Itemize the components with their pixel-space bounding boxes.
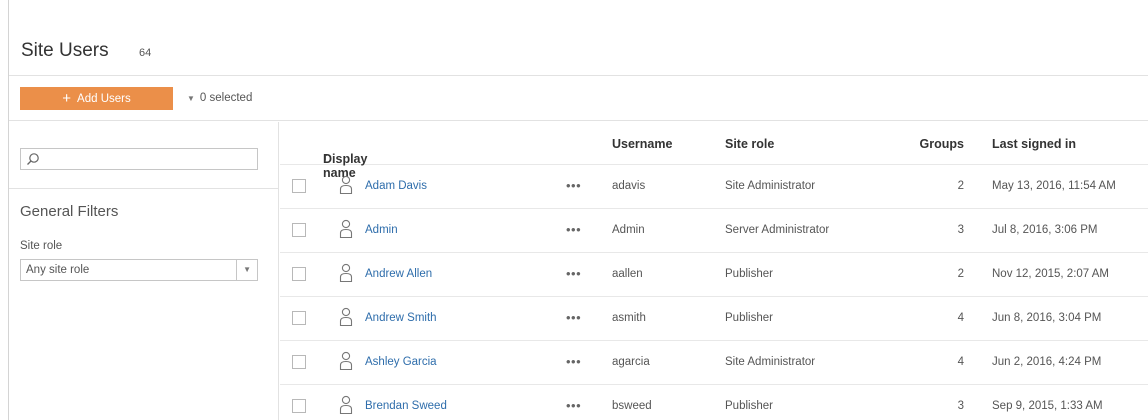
cell-last-signed-in: Jul 8, 2016, 3:06 PM xyxy=(992,224,1098,236)
cell-groups: 3 xyxy=(957,400,964,412)
table-row[interactable]: Admin ••• Admin Server Administrator 3 Jul 8,… xyxy=(280,209,1148,253)
row-checkbox[interactable] xyxy=(292,267,306,281)
user-count: 64 xyxy=(139,47,152,59)
cell-username: agarcia xyxy=(612,356,650,368)
selected-count: 0 selected xyxy=(199,92,253,104)
page-header: Site Users 64 xyxy=(9,0,1148,76)
site-role-label: Site role xyxy=(20,240,63,252)
user-display-name-link[interactable]: Andrew Smith xyxy=(365,312,437,324)
user-display-name-link[interactable]: Andrew Allen xyxy=(365,268,432,280)
cell-groups: 2 xyxy=(957,268,964,280)
column-groups[interactable]: Groups xyxy=(920,137,964,151)
user-display-name-link[interactable]: Admin xyxy=(365,224,398,236)
site-role-select[interactable]: Any site role ▼ xyxy=(20,259,258,281)
chevron-down-icon: ▼ xyxy=(243,265,251,274)
cell-site-role: Publisher xyxy=(725,268,773,280)
row-checkbox[interactable] xyxy=(292,311,306,325)
cell-username: aallen xyxy=(612,268,643,280)
cell-groups: 4 xyxy=(957,356,964,368)
selection-menu[interactable]: ▼ 0 selected xyxy=(187,92,252,104)
more-actions-icon[interactable]: ••• xyxy=(566,310,581,325)
user-icon xyxy=(339,263,353,283)
user-icon xyxy=(339,351,353,371)
table-row[interactable]: Andrew Smith ••• asmith Publisher 4 Jun 8, 20… xyxy=(280,297,1148,341)
row-checkbox[interactable] xyxy=(292,179,306,193)
cell-site-role: Publisher xyxy=(725,312,773,324)
cell-groups: 4 xyxy=(957,312,964,324)
site-role-value: Any site role xyxy=(26,264,90,276)
add-users-label: Add Users xyxy=(77,92,131,105)
users-table: ↑ Display name Username Site role Groups… xyxy=(280,122,1148,420)
general-filters-heading: General Filters xyxy=(20,203,119,220)
cell-last-signed-in: Jun 2, 2016, 4:24 PM xyxy=(992,356,1102,368)
user-icon xyxy=(339,395,353,415)
more-actions-icon[interactable]: ••• xyxy=(566,266,581,281)
row-checkbox[interactable] xyxy=(292,399,306,413)
column-username[interactable]: Username xyxy=(612,137,672,151)
cell-username: asmith xyxy=(612,312,646,324)
user-display-name-link[interactable]: Adam Davis xyxy=(365,180,427,192)
filter-panel: General Filters Site role Any site role … xyxy=(9,122,279,420)
page-title: Site Users xyxy=(21,40,109,61)
cell-last-signed-in: Sep 9, 2015, 1:33 AM xyxy=(992,400,1103,412)
caret-down-icon: ▼ xyxy=(187,93,195,103)
user-icon xyxy=(339,307,353,327)
cell-groups: 2 xyxy=(957,180,964,192)
cell-site-role: Site Administrator xyxy=(725,356,816,368)
more-actions-icon[interactable]: ••• xyxy=(566,178,581,193)
search-icon xyxy=(27,153,39,165)
cell-username: Admin xyxy=(612,224,645,236)
cell-site-role: Publisher xyxy=(725,400,773,412)
select-divider xyxy=(236,260,237,280)
cell-groups: 3 xyxy=(957,224,964,236)
cell-last-signed-in: Nov 12, 2015, 2:07 AM xyxy=(992,268,1109,280)
table-row[interactable]: Ashley Garcia ••• agarcia Site Administrato… xyxy=(280,341,1148,385)
row-checkbox[interactable] xyxy=(292,355,306,369)
user-display-name-link[interactable]: Ashley Garcia xyxy=(365,356,437,368)
user-icon xyxy=(339,175,353,195)
panel-divider xyxy=(9,188,279,189)
column-last-signed-in[interactable]: Last signed in xyxy=(992,137,1076,151)
plus-icon: + xyxy=(62,90,72,107)
more-actions-icon[interactable]: ••• xyxy=(566,222,581,237)
search-input[interactable] xyxy=(20,148,258,170)
table-row[interactable]: Andrew Allen ••• aallen Publisher 2 Nov 12, 2… xyxy=(280,253,1148,297)
add-users-button[interactable]: + Add Users xyxy=(20,87,173,110)
more-actions-icon[interactable]: ••• xyxy=(566,398,581,413)
table-row[interactable]: Adam Davis ••• adavis Site Administrator 2 Ma… xyxy=(280,165,1148,209)
table-header: ↑ Display name Username Site role Groups… xyxy=(280,122,1148,180)
cell-username: adavis xyxy=(612,180,646,192)
column-site-role[interactable]: Site role xyxy=(725,137,774,151)
action-bar: + Add Users ▼ 0 selected xyxy=(9,77,1148,121)
cell-username: bsweed xyxy=(612,400,652,412)
cell-last-signed-in: Jun 8, 2016, 3:04 PM xyxy=(992,312,1102,324)
user-display-name-link[interactable]: Brendan Sweed xyxy=(365,400,447,412)
more-actions-icon[interactable]: ••• xyxy=(566,354,581,369)
table-row[interactable]: Brendan Sweed ••• bsweed Publisher 3 Sep 9, 2… xyxy=(280,385,1148,420)
row-checkbox[interactable] xyxy=(292,223,306,237)
cell-site-role: Server Administrator xyxy=(725,224,830,236)
cell-last-signed-in: May 13, 2016, 11:54 AM xyxy=(992,180,1116,192)
cell-site-role: Site Administrator xyxy=(725,180,816,192)
user-icon xyxy=(339,219,353,239)
